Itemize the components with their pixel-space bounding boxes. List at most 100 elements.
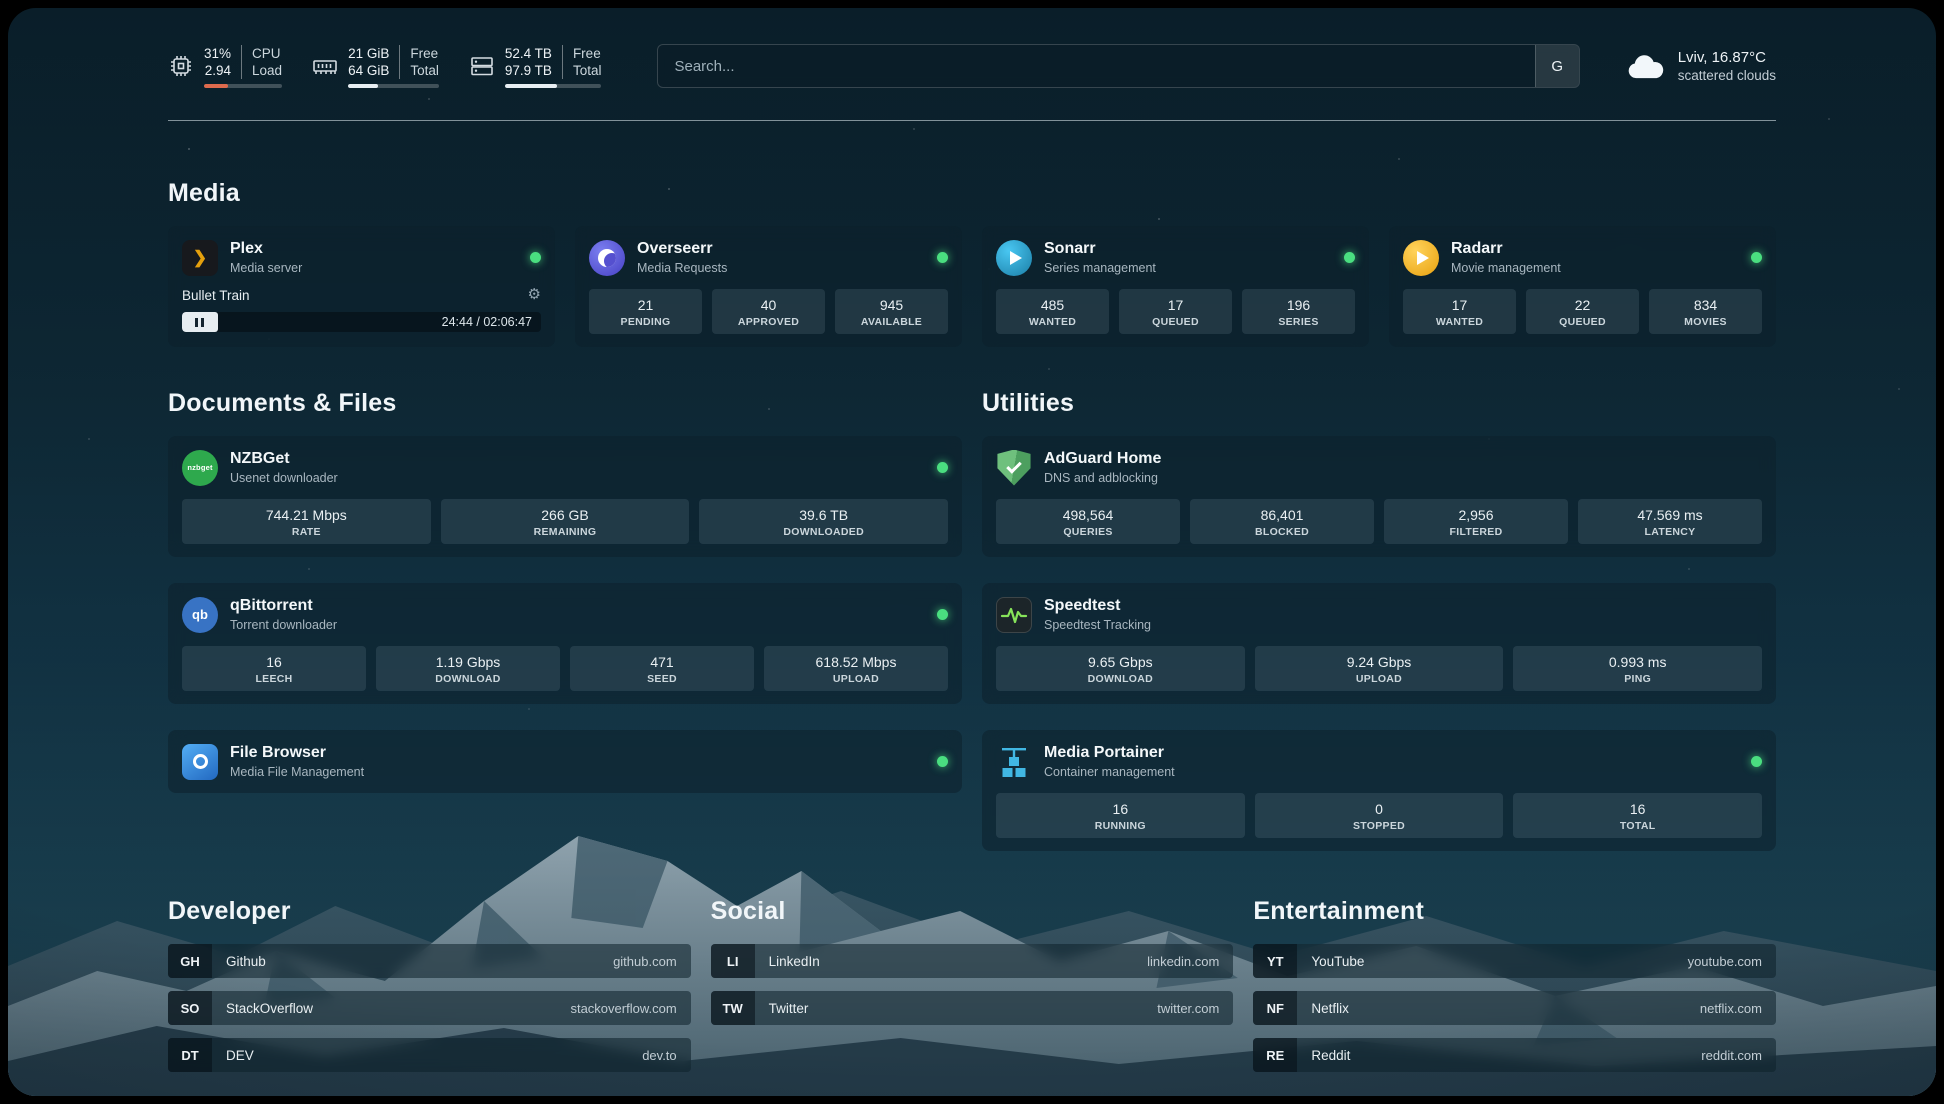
- media-grid: Plex Media server Bullet Train 24:44 / 0…: [168, 226, 1776, 347]
- stat-value: 16: [1000, 801, 1241, 817]
- stat-value: 2,956: [1388, 507, 1564, 523]
- radarr-titles: Radarr Movie management: [1451, 239, 1561, 276]
- pause-icon[interactable]: [195, 318, 204, 327]
- radarr-icon: [1403, 240, 1439, 276]
- stat-label: UPLOAD: [768, 673, 944, 685]
- developer-list: GH Github github.com SO StackOverflow st…: [168, 944, 691, 1072]
- speedtest-card[interactable]: Speedtest Speedtest Tracking 9.65 Gbps D…: [982, 583, 1776, 704]
- bookmark-github[interactable]: GH Github github.com: [168, 944, 691, 978]
- topbar-divider: [168, 120, 1776, 121]
- service-subtitle: Media Requests: [637, 260, 727, 276]
- cpu-widget: 31% CPU 2.94 Load: [168, 45, 282, 88]
- stat-movies: 834 MOVIES: [1649, 289, 1762, 334]
- cpu-progress-track: [204, 84, 282, 88]
- stat-label: RATE: [186, 526, 427, 538]
- sonarr-stats: 485 WANTED 17 QUEUED 196 SERIES: [996, 289, 1355, 334]
- bookmark-name: YouTube: [1311, 954, 1364, 969]
- plex-now-playing: Bullet Train: [182, 287, 541, 303]
- plex-card[interactable]: Plex Media server Bullet Train 24:44 / 0…: [168, 226, 555, 347]
- bookmark-youtube[interactable]: YT YouTube youtube.com: [1253, 944, 1776, 978]
- cpu-percent: 31%: [204, 45, 241, 62]
- stat-label: REMAINING: [445, 526, 686, 538]
- bookmark-netflix[interactable]: NF Netflix netflix.com: [1253, 991, 1776, 1025]
- memory-readout: 21 GiB Free 64 GiB Total: [348, 45, 439, 88]
- stat-label: SEED: [574, 673, 750, 685]
- sonarr-card[interactable]: Sonarr Series management 485 WANTED 17 Q…: [982, 226, 1369, 347]
- filebrowser-card[interactable]: File Browser Media File Management: [168, 730, 962, 793]
- bookmark-reddit[interactable]: RE Reddit reddit.com: [1253, 1038, 1776, 1072]
- adguard-card[interactable]: AdGuard Home DNS and adblocking 498,564 …: [982, 436, 1776, 557]
- sonarr-titles: Sonarr Series management: [1044, 239, 1156, 276]
- stat-value: 21: [593, 297, 698, 313]
- plex-header: Plex Media server: [182, 239, 541, 276]
- stat-label: QUERIES: [1000, 526, 1176, 538]
- overseerr-card[interactable]: Overseerr Media Requests 21 PENDING 40 A…: [575, 226, 962, 347]
- disk-total-label: Total: [562, 62, 602, 79]
- bookmark-dev[interactable]: DT DEV dev.to: [168, 1038, 691, 1072]
- memory-free-value: 21 GiB: [348, 45, 399, 62]
- radarr-card[interactable]: Radarr Movie management 17 WANTED 22 QUE…: [1389, 226, 1776, 347]
- qbittorrent-logo-text: qb: [192, 607, 208, 622]
- status-dot: [937, 609, 948, 620]
- speedtest-stats: 9.65 Gbps DOWNLOAD 9.24 Gbps UPLOAD 0.99…: [996, 646, 1762, 691]
- service-name: Radarr: [1451, 239, 1561, 259]
- disk-total-value: 97.9 TB: [505, 62, 562, 79]
- service-subtitle: DNS and adblocking: [1044, 470, 1161, 486]
- bookmark-abbr: RE: [1253, 1038, 1297, 1072]
- stat-label: QUEUED: [1123, 316, 1228, 328]
- service-subtitle: Container management: [1044, 764, 1175, 780]
- stat-label: LEECH: [186, 673, 362, 685]
- bookmark-url: reddit.com: [1701, 1048, 1762, 1063]
- disk-free-value: 52.4 TB: [505, 45, 562, 62]
- portainer-card[interactable]: Media Portainer Container management 16 …: [982, 730, 1776, 851]
- bookmark-stackoverflow[interactable]: SO StackOverflow stackoverflow.com: [168, 991, 691, 1025]
- stat-label: SERIES: [1246, 316, 1351, 328]
- bookmarks-title-entertainment: Entertainment: [1253, 897, 1776, 926]
- qbittorrent-titles: qBittorrent Torrent downloader: [230, 596, 337, 633]
- stat-value: 47.569 ms: [1582, 507, 1758, 523]
- memory-widget: 21 GiB Free 64 GiB Total: [312, 45, 439, 88]
- filebrowser-glyph: [193, 754, 208, 769]
- adguard-icon: [996, 450, 1032, 486]
- nzbget-header: nzbget NZBGet Usenet downloader: [182, 449, 948, 486]
- stat-wanted: 17 WANTED: [1403, 289, 1516, 334]
- plex-progress-bar[interactable]: 24:44 / 02:06:47: [182, 312, 541, 332]
- memory-progress-track: [348, 84, 439, 88]
- bookmark-url: netflix.com: [1700, 1001, 1762, 1016]
- stat-value: 0.993 ms: [1517, 654, 1758, 670]
- portainer-crane-glyph: [996, 744, 1032, 780]
- service-name: NZBGet: [230, 449, 338, 469]
- nzbget-card[interactable]: nzbget NZBGet Usenet downloader 744.21 M…: [168, 436, 962, 557]
- search-input[interactable]: [658, 58, 1534, 75]
- stat-value: 196: [1246, 297, 1351, 313]
- memory-icon: [312, 53, 338, 79]
- portainer-icon: [996, 744, 1032, 780]
- gear-icon[interactable]: [528, 287, 541, 303]
- bookmark-linkedin[interactable]: LI LinkedIn linkedin.com: [711, 944, 1234, 978]
- disk-values: 52.4 TB Free 97.9 TB Total: [505, 45, 602, 79]
- stat-label: LATENCY: [1582, 526, 1758, 538]
- status-dot: [937, 756, 948, 767]
- search-engine-button[interactable]: G: [1535, 45, 1579, 87]
- bookmark-twitter[interactable]: TW Twitter twitter.com: [711, 991, 1234, 1025]
- weather-widget: Lviv, 16.87°C scattered clouds: [1624, 48, 1776, 84]
- qbittorrent-card[interactable]: qb qBittorrent Torrent downloader 16: [168, 583, 962, 704]
- utilities-stack: AdGuard Home DNS and adblocking 498,564 …: [982, 436, 1776, 851]
- section-title-media: Media: [168, 179, 1776, 208]
- stat-blocked: 86,401 BLOCKED: [1190, 499, 1374, 544]
- plex-icon: [182, 240, 218, 276]
- memory-free-label: Free: [399, 45, 439, 62]
- memory-progress-fill: [348, 84, 378, 88]
- cpu-values: 31% CPU 2.94 Load: [204, 45, 282, 79]
- stat-download: 9.65 Gbps DOWNLOAD: [996, 646, 1245, 691]
- service-subtitle: Movie management: [1451, 260, 1561, 276]
- status-dot: [1751, 252, 1762, 263]
- stat-label: DOWNLOAD: [1000, 673, 1241, 685]
- weather-condition: scattered clouds: [1678, 67, 1776, 84]
- stat-total: 16 TOTAL: [1513, 793, 1762, 838]
- bookmark-url: dev.to: [642, 1048, 676, 1063]
- stat-wanted: 485 WANTED: [996, 289, 1109, 334]
- stat-value: 618.52 Mbps: [768, 654, 944, 670]
- qbittorrent-icon: qb: [182, 597, 218, 633]
- bookmark-abbr: NF: [1253, 991, 1297, 1025]
